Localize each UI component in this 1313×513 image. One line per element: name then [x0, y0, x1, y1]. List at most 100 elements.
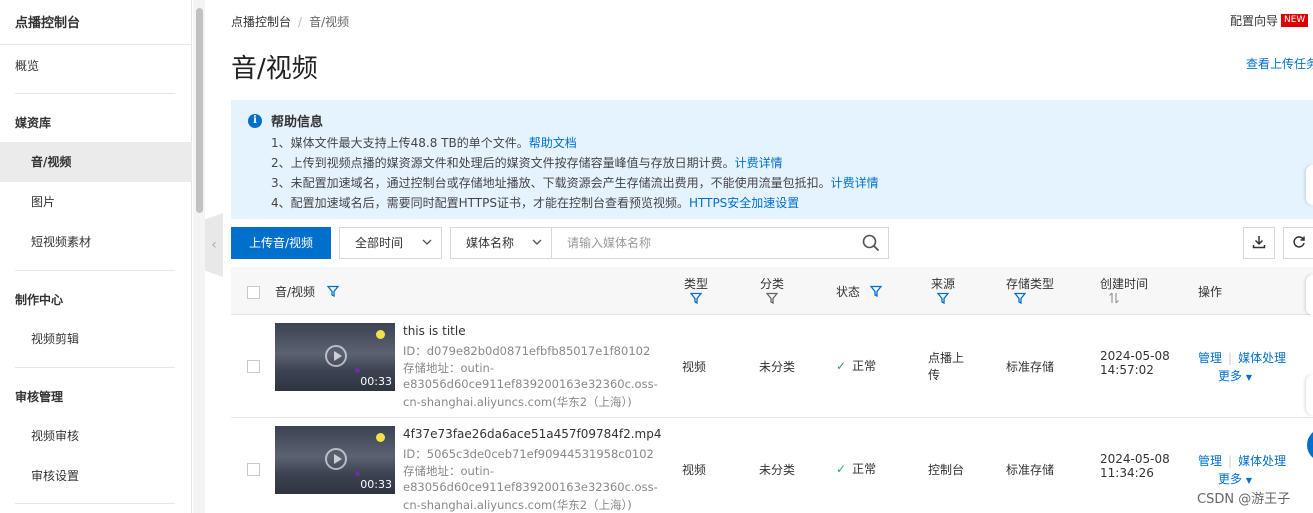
- more-link[interactable]: 更多: [1218, 472, 1242, 486]
- collapse-sidebar-button[interactable]: ‹: [205, 213, 223, 277]
- sidebar-group-media-library[interactable]: 媒资库: [0, 103, 192, 143]
- floating-widget[interactable]: [1306, 165, 1313, 205]
- sidebar-group-review[interactable]: 审核管理: [0, 377, 192, 417]
- column-media-label: 音/视频: [275, 285, 316, 299]
- help-line-text: 1、媒体文件最大支持上传48.8 TB的单个文件。: [271, 136, 529, 150]
- sidebar-title: 点播控制台: [0, 0, 191, 45]
- media-storage-type: 标准存储: [1006, 360, 1055, 374]
- filter-icon[interactable]: [326, 285, 340, 300]
- search-box: [551, 227, 889, 259]
- created-date: 2024-05-08: [1100, 349, 1170, 363]
- play-icon[interactable]: [325, 448, 347, 470]
- table-row: 00:33 4f37e73fae26da6ace51a457f09784f2.m…: [231, 418, 1313, 513]
- info-icon: i: [248, 114, 262, 128]
- media-storage-address: cn-shanghai.aliyuncs.com(华东2（上海）): [403, 498, 632, 512]
- help-line: 2、上传到视频点播的媒资源文件和处理后的媒资文件按存储容量峰值与存放日期计费。计…: [271, 154, 783, 171]
- video-thumbnail[interactable]: 00:33: [275, 323, 395, 391]
- upload-media-button[interactable]: 上传音/视频: [231, 227, 331, 259]
- help-line-text: 4、配置加速域名后，需要同时配置HTTPS证书，才能在控制台查看预览视频。: [271, 196, 689, 210]
- help-doc-link[interactable]: 帮助文档: [529, 136, 577, 150]
- refresh-button[interactable]: [1283, 227, 1313, 259]
- action-divider: |: [1228, 454, 1233, 468]
- media-category: 未分类: [759, 463, 796, 477]
- media-status-label: 正常: [852, 462, 877, 476]
- sidebar-item-review-settings[interactable]: 审核设置: [0, 456, 192, 496]
- filter-icon[interactable]: [1013, 292, 1027, 307]
- media-title: this is title: [403, 324, 466, 338]
- media-storage-address: cn-shanghai.aliyuncs.com(华东2（上海）): [403, 395, 632, 409]
- breadcrumb: 点播控制台 / 音/视频: [231, 13, 349, 30]
- column-actions: 操作: [1198, 285, 1223, 299]
- caret-down-icon: ▼: [1245, 373, 1252, 382]
- help-line-text: 2、上传到视频点播的媒资源文件和处理后的媒资文件按存储容量峰值与存放日期计费。: [271, 156, 735, 170]
- manage-link[interactable]: 管理: [1198, 351, 1222, 365]
- filter-icon[interactable]: [869, 285, 883, 300]
- filter-icon[interactable]: [936, 292, 950, 307]
- row-checkbox[interactable]: [247, 463, 260, 476]
- search-input[interactable]: [551, 228, 841, 258]
- media-category: 未分类: [759, 360, 796, 374]
- column-storage-type: 存储类型: [1006, 275, 1054, 307]
- floating-widget[interactable]: [1306, 275, 1313, 315]
- view-upload-tasks-link[interactable]: 查看上传任务: [1246, 55, 1313, 72]
- media-storage-address: 存储地址：outin-: [403, 361, 494, 375]
- created-time: 14:57:02: [1100, 363, 1154, 377]
- floating-widget[interactable]: [1306, 375, 1313, 415]
- created-time: 11:34:26: [1100, 466, 1154, 480]
- billing-details-link[interactable]: 计费详情: [831, 176, 879, 190]
- column-media: 音/视频: [275, 283, 340, 300]
- media-id: ID：5065c3de0ceb71ef90944531958c0102: [403, 447, 654, 461]
- sidebar-item-short-video-assets[interactable]: 短视频素材: [0, 222, 192, 262]
- column-storage-label: 存储类型: [1006, 277, 1055, 291]
- column-type-label: 类型: [683, 277, 708, 291]
- thumbnail-marker: [355, 368, 360, 373]
- media-created-time: 2024-05-08 11:34:26: [1100, 452, 1170, 480]
- billing-details-link[interactable]: 计费详情: [735, 156, 783, 170]
- filter-icon[interactable]: [689, 292, 703, 307]
- sidebar-group-production[interactable]: 制作中心: [0, 280, 192, 320]
- row-actions: 管理 | 媒体处理: [1198, 349, 1286, 366]
- sidebar-item-video-review[interactable]: 视频审核: [0, 416, 192, 456]
- sidebar-scroll-thumb[interactable]: [196, 8, 203, 213]
- table-header: 音/视频 类型 分类 状态 来源 存储类型 创建时间 操作: [231, 267, 1313, 315]
- more-dropdown[interactable]: 更多 ▼: [1218, 367, 1252, 384]
- search-field-select[interactable]: 媒体名称: [450, 227, 552, 259]
- help-line: 1、媒体文件最大支持上传48.8 TB的单个文件。帮助文档: [271, 134, 577, 151]
- search-icon[interactable]: [862, 234, 880, 255]
- time-filter-select[interactable]: 全部时间: [339, 227, 442, 259]
- https-settings-link[interactable]: HTTPS安全加速设置: [689, 196, 799, 210]
- row-checkbox[interactable]: [247, 360, 260, 373]
- media-process-link[interactable]: 媒体处理: [1238, 454, 1286, 468]
- config-guide-label: 配置向导: [1230, 14, 1279, 28]
- caret-down-icon: ▼: [1245, 476, 1252, 485]
- breadcrumb-root[interactable]: 点播控制台: [231, 15, 291, 29]
- select-all-checkbox[interactable]: [247, 286, 260, 299]
- help-line-text: 3、未配置加速域名，通过控制台或存储地址播放、下载资源会产生存储流出费用，不能使…: [271, 176, 831, 190]
- video-thumbnail[interactable]: 00:33: [275, 426, 395, 494]
- media-process-link[interactable]: 媒体处理: [1238, 351, 1286, 365]
- page-title: 音/视频: [231, 54, 318, 84]
- breadcrumb-separator: /: [298, 15, 303, 29]
- config-guide-link[interactable]: 配置向导 NEW: [1230, 12, 1309, 29]
- media-source-line: 传: [928, 368, 941, 382]
- video-duration: 00:33: [360, 375, 392, 388]
- row-actions: 管理 | 媒体处理: [1198, 452, 1286, 469]
- chevron-down-icon: [531, 228, 543, 269]
- more-link[interactable]: 更多: [1218, 369, 1242, 383]
- play-icon[interactable]: [325, 345, 347, 367]
- column-status-label: 状态: [836, 285, 861, 299]
- help-line: 3、未配置加速域名，通过控制台或存储地址播放、下载资源会产生存储流出费用，不能使…: [271, 174, 879, 191]
- manage-link[interactable]: 管理: [1198, 454, 1222, 468]
- download-button[interactable]: [1243, 227, 1275, 259]
- sidebar-item-overview[interactable]: 概览: [0, 46, 192, 86]
- column-created-time[interactable]: 创建时间: [1100, 275, 1148, 307]
- sidebar: 点播控制台 概览 媒资库 音/视频 图片 短视频素材 制作中心 视频剪辑 审核管…: [0, 0, 192, 513]
- more-dropdown[interactable]: 更多 ▼: [1218, 470, 1252, 487]
- chevron-down-icon: [421, 228, 433, 269]
- filter-icon[interactable]: [765, 292, 779, 307]
- sidebar-item-video-editing[interactable]: 视频剪辑: [0, 319, 192, 359]
- sort-icon[interactable]: [1108, 292, 1120, 307]
- sidebar-divider: [15, 93, 175, 94]
- sidebar-item-images[interactable]: 图片: [0, 182, 192, 222]
- sidebar-item-audio-video[interactable]: 音/视频: [0, 142, 192, 182]
